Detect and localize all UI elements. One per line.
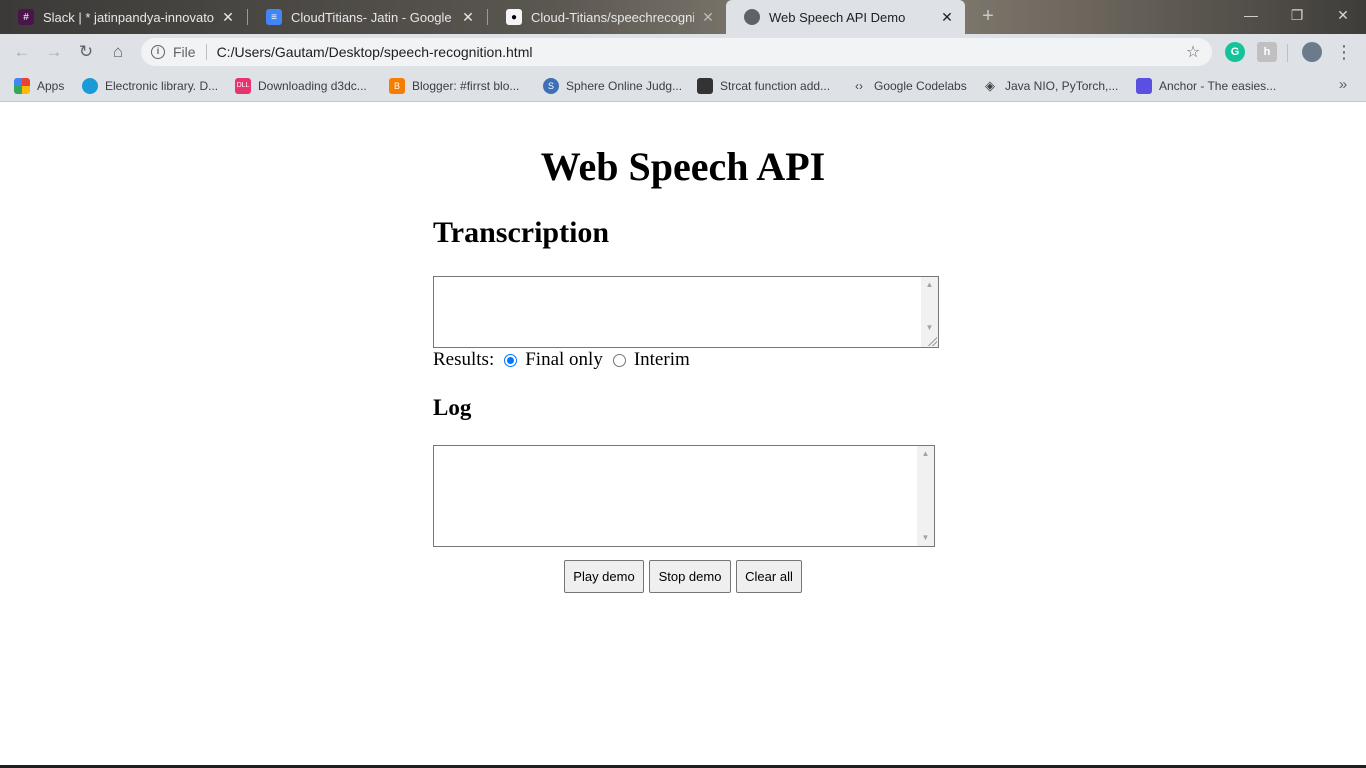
bookmark-blogger[interactable]: B Blogger: #firrst blo... bbox=[389, 76, 519, 96]
bookmark-java-nio[interactable]: ◈ Java NIO, PyTorch,... bbox=[982, 76, 1118, 96]
bookmark-label: Google Codelabs bbox=[874, 79, 967, 93]
toolbar-separator bbox=[1287, 44, 1288, 62]
back-icon[interactable]: ← bbox=[10, 40, 34, 64]
codelabs-icon: ‹› bbox=[855, 79, 863, 93]
bookmark-apps[interactable]: Apps bbox=[14, 76, 64, 96]
extension-icon[interactable]: h bbox=[1257, 42, 1277, 62]
play-demo-button[interactable]: Play demo bbox=[564, 560, 644, 593]
anchor-icon bbox=[1136, 78, 1152, 94]
bookmark-star-icon[interactable]: ☆ bbox=[1182, 42, 1204, 62]
tab-github[interactable]: ● Cloud-Titians/speechrecognition ✕ bbox=[488, 0, 726, 34]
minimize-icon[interactable]: — bbox=[1228, 0, 1274, 30]
bookmark-google-codelabs[interactable]: ‹› Google Codelabs bbox=[851, 76, 967, 96]
bookmark-label: Electronic library. D... bbox=[105, 79, 219, 93]
scroll-down-icon[interactable]: ▼ bbox=[921, 321, 938, 335]
results-options: Results: Final only Interim bbox=[433, 348, 690, 372]
tab-web-speech-demo[interactable]: Web Speech API Demo ✕ bbox=[726, 0, 965, 34]
tab-title: Slack | * jatinpandya-innovator | C bbox=[43, 9, 214, 25]
close-icon[interactable]: ✕ bbox=[939, 9, 955, 26]
transcription-textarea[interactable]: ▲ ▼ bbox=[433, 276, 939, 348]
tab-title: Web Speech API Demo bbox=[769, 9, 906, 25]
radio-label-interim[interactable]: Interim bbox=[634, 349, 690, 371]
blogger-icon: B bbox=[389, 78, 405, 94]
url-text[interactable]: C:/Users/Gautam/Desktop/speech-recogniti… bbox=[217, 44, 1182, 60]
scrollbar[interactable]: ▲ ▼ bbox=[917, 446, 934, 546]
page-title: Web Speech API bbox=[540, 144, 826, 189]
divider bbox=[205, 44, 207, 60]
avatar[interactable] bbox=[1302, 42, 1322, 62]
close-icon[interactable]: ✕ bbox=[700, 9, 716, 26]
grammarly-icon[interactable]: G bbox=[1225, 42, 1245, 62]
resize-handle-icon[interactable] bbox=[927, 336, 937, 346]
clear-all-button[interactable]: Clear all bbox=[736, 560, 802, 593]
forward-icon[interactable]: → bbox=[42, 40, 66, 64]
bookmark-label: Java NIO, PyTorch,... bbox=[1005, 79, 1119, 93]
globe-icon bbox=[744, 9, 760, 25]
slack-icon: # bbox=[18, 9, 34, 25]
log-heading: Log bbox=[433, 395, 472, 420]
github-icon: ● bbox=[506, 9, 522, 25]
stop-demo-button[interactable]: Stop demo bbox=[649, 560, 731, 593]
tab-title: CloudTitians- Jatin - Google Docs bbox=[291, 9, 454, 25]
reload-icon[interactable]: ↻ bbox=[74, 40, 98, 64]
tab-slack[interactable]: # Slack | * jatinpandya-innovator | C ✕ bbox=[0, 0, 246, 34]
new-tab-icon[interactable]: + bbox=[978, 6, 998, 26]
page-content: Web Speech API Transcription ▲ ▼ Results… bbox=[0, 103, 1366, 765]
transcription-heading: Transcription bbox=[433, 216, 610, 249]
bookmark-label: Sphere Online Judg... bbox=[566, 79, 683, 93]
browser-toolbar: ← → ↻ ⌂ i File C:/Users/Gautam/Desktop/s… bbox=[0, 34, 1366, 70]
chevron-right-icon[interactable]: » bbox=[1334, 76, 1352, 93]
tab-strip: # Slack | * jatinpandya-innovator | C ✕ … bbox=[0, 0, 1366, 34]
bookmark-label: Strcat function add... bbox=[720, 79, 831, 93]
log-textarea[interactable]: ▲ ▼ bbox=[433, 445, 935, 547]
code-book-icon bbox=[697, 78, 713, 94]
radio-label-final-only[interactable]: Final only bbox=[525, 349, 603, 371]
tab-google-docs[interactable]: ≡ CloudTitians- Jatin - Google Docs ✕ bbox=[248, 0, 486, 34]
results-label: Results: bbox=[433, 349, 495, 370]
radio-final-only[interactable] bbox=[504, 353, 518, 367]
bookmarks-bar: Apps Electronic library. D... DLL Downlo… bbox=[0, 70, 1366, 102]
dll-icon: DLL bbox=[235, 78, 251, 94]
bookmark-label: Apps bbox=[37, 79, 65, 93]
bookmark-strcat[interactable]: Strcat function add... bbox=[697, 76, 830, 96]
library-icon bbox=[82, 78, 98, 94]
close-icon[interactable]: ✕ bbox=[220, 9, 236, 26]
google-docs-icon: ≡ bbox=[266, 9, 282, 25]
bookmark-anchor[interactable]: Anchor - The easies... bbox=[1136, 76, 1276, 96]
menu-icon[interactable]: ⋮ bbox=[1334, 40, 1354, 64]
tab-title: Cloud-Titians/speechrecognition bbox=[531, 9, 694, 25]
close-icon[interactable]: ✕ bbox=[460, 9, 476, 26]
scroll-down-icon[interactable]: ▼ bbox=[917, 531, 934, 545]
home-icon[interactable]: ⌂ bbox=[106, 40, 130, 64]
scheme-label: File bbox=[173, 44, 196, 60]
scroll-up-icon[interactable]: ▲ bbox=[921, 278, 938, 292]
maximize-icon[interactable]: ❐ bbox=[1274, 0, 1320, 30]
spoj-icon: S bbox=[543, 78, 559, 94]
bookmark-label: Downloading d3dc... bbox=[258, 79, 367, 93]
bookmark-label: Anchor - The easies... bbox=[1159, 79, 1277, 93]
diamond-icon: ◈ bbox=[985, 78, 995, 93]
radio-interim[interactable] bbox=[612, 353, 626, 367]
bookmark-electronic-library[interactable]: Electronic library. D... bbox=[82, 76, 218, 96]
scroll-up-icon[interactable]: ▲ bbox=[917, 447, 934, 461]
window-close-icon[interactable]: ✕ bbox=[1320, 0, 1366, 30]
bookmark-label: Blogger: #firrst blo... bbox=[412, 79, 520, 93]
address-bar[interactable]: i File C:/Users/Gautam/Desktop/speech-re… bbox=[141, 38, 1212, 66]
info-icon[interactable]: i bbox=[151, 45, 165, 59]
bookmark-sphere-online-judge[interactable]: S Sphere Online Judg... bbox=[543, 76, 682, 96]
apps-grid-icon bbox=[14, 78, 30, 94]
bookmark-downloading[interactable]: DLL Downloading d3dc... bbox=[235, 76, 367, 96]
